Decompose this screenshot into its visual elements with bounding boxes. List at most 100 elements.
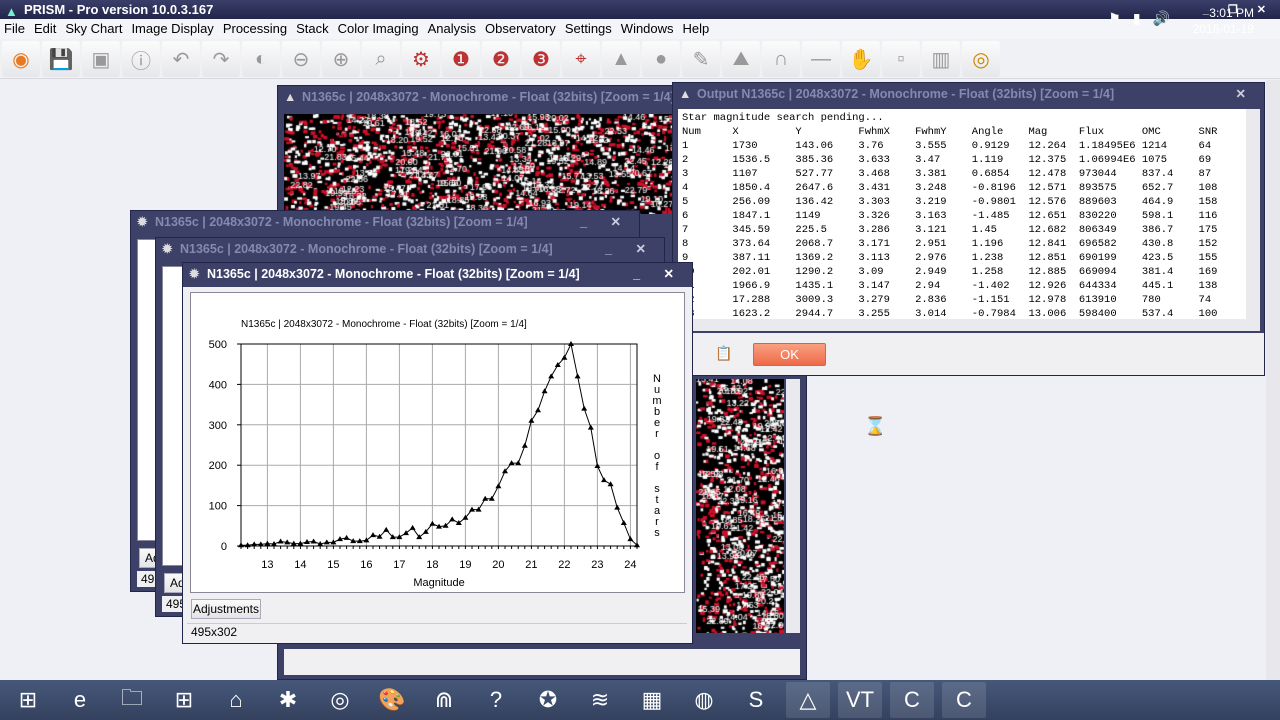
gear-icon: ✹ bbox=[162, 242, 173, 256]
horizontal-scrollbar[interactable] bbox=[678, 319, 1260, 331]
window-title[interactable]: ✹ N1365c | 2048x3072 - Monochrome - Float… bbox=[156, 238, 664, 260]
taskbar-camtasia-icon[interactable]: C bbox=[890, 682, 934, 718]
cell: 2068.7 bbox=[795, 238, 834, 250]
taskbar-chrome-icon[interactable]: ◎ bbox=[318, 682, 362, 718]
menu-stack[interactable]: Stack bbox=[292, 19, 334, 39]
adjustments-button[interactable]: Adjustments bbox=[191, 599, 261, 619]
cell: 1149 bbox=[795, 210, 821, 222]
taskbar-palette-icon[interactable]: 🎨 bbox=[370, 682, 414, 718]
taskbar-store-icon[interactable]: ⊞ bbox=[162, 682, 206, 718]
crop-icon[interactable]: ▣ bbox=[82, 41, 120, 77]
menu-settings[interactable]: Settings bbox=[561, 19, 617, 39]
system-tray[interactable]: ⚑ ▮ 🔊 bbox=[1108, 10, 1170, 27]
taskbar-paint-icon[interactable]: ✱ bbox=[266, 682, 310, 718]
menu-windows[interactable]: Windows bbox=[617, 19, 679, 39]
line-icon[interactable]: ― bbox=[802, 41, 840, 77]
tool-icon[interactable]: ✎ bbox=[682, 41, 720, 77]
telescope-icon[interactable]: ⌖ bbox=[562, 41, 600, 77]
mountain-icon[interactable]: ⛰ bbox=[722, 41, 760, 77]
x-tick-label: 20 bbox=[492, 559, 504, 571]
cell: 12.478 bbox=[1028, 168, 1067, 180]
taskbar-explorer-icon[interactable]: 🗀 bbox=[110, 682, 154, 718]
focuser-icon[interactable]: ⚙ bbox=[402, 41, 440, 77]
rotate-left-icon[interactable]: ↶ bbox=[162, 41, 200, 77]
taskbar-firefox-icon[interactable]: ◍ bbox=[682, 682, 726, 718]
zoom-in-icon[interactable]: ⊕ bbox=[322, 41, 360, 77]
data-point-marker bbox=[607, 481, 614, 487]
menu-sky-chart[interactable]: Sky Chart bbox=[61, 19, 127, 39]
desktop-scrollbar[interactable] bbox=[1266, 80, 1280, 680]
cell: 613910 bbox=[1078, 294, 1117, 306]
cell: 155 bbox=[1198, 252, 1218, 264]
blank-icon[interactable]: ▫ bbox=[882, 41, 920, 77]
taskbar-start-icon[interactable]: ⊞ bbox=[6, 682, 50, 718]
taskbar-app2-icon[interactable]: ✪ bbox=[526, 682, 570, 718]
window-controls[interactable]: _ ✕ bbox=[580, 211, 631, 233]
menu-file[interactable]: File bbox=[0, 19, 30, 39]
taskbar-vt-icon[interactable]: VT bbox=[838, 682, 882, 718]
magnifier-icon[interactable]: ⌕ bbox=[362, 41, 400, 77]
output-window-title[interactable]: ▲ Output N1365c | 2048x3072 - Monochrome … bbox=[673, 83, 1264, 105]
taskbar-help-icon[interactable]: ? bbox=[474, 682, 518, 718]
magnet-icon[interactable]: ∩ bbox=[762, 41, 800, 77]
cell: 1290.2 bbox=[795, 266, 834, 278]
sphere-icon[interactable]: ● bbox=[642, 41, 680, 77]
menu-observatory[interactable]: Observatory bbox=[481, 19, 561, 39]
menu-edit[interactable]: Edit bbox=[30, 19, 61, 39]
menu-color-imaging[interactable]: Color Imaging bbox=[334, 19, 424, 39]
taskbar-app-icon[interactable]: ⋒ bbox=[422, 682, 466, 718]
window-controls[interactable]: _ ✕ bbox=[605, 238, 656, 260]
data-point-marker bbox=[535, 407, 541, 413]
taskbar-skype-icon[interactable]: S bbox=[734, 682, 778, 718]
cell: 430.8 bbox=[1141, 238, 1174, 250]
cell: 3.555 bbox=[915, 140, 947, 152]
taskbar-sketch-icon[interactable]: ≋ bbox=[578, 682, 622, 718]
star-field-image[interactable] bbox=[696, 379, 784, 633]
cell: 3.255 bbox=[858, 308, 890, 319]
menu-image-display[interactable]: Image Display bbox=[127, 19, 218, 39]
window-controls[interactable]: _ ✕ bbox=[633, 263, 684, 285]
menu-analysis[interactable]: Analysis bbox=[424, 19, 481, 39]
contrast-icon[interactable]: ◐ bbox=[242, 41, 280, 77]
clipboard-icon[interactable]: 📋 bbox=[715, 345, 732, 362]
table-row: 6 1847.1 1149 3.326 3.163 -1.485 12.651 830220 5… bbox=[682, 209, 1242, 223]
cell: 1107 bbox=[732, 168, 758, 180]
taskbar-home-icon[interactable]: ⌂ bbox=[214, 682, 258, 718]
drop-icon[interactable]: ▲ bbox=[602, 41, 640, 77]
save-icon[interactable]: 💾 bbox=[42, 41, 80, 77]
star-field-image[interactable] bbox=[284, 114, 674, 214]
camera-3-icon[interactable]: ❸ bbox=[522, 41, 560, 77]
close-icon[interactable]: ✕ bbox=[1236, 83, 1256, 105]
histogram-icon[interactable]: ▥ bbox=[922, 41, 960, 77]
hand-icon[interactable]: ✋ bbox=[842, 41, 880, 77]
cell: 3.163 bbox=[915, 210, 947, 222]
taskbar-ie-icon[interactable]: e bbox=[58, 682, 102, 718]
menu-processing[interactable]: Processing bbox=[219, 19, 292, 39]
cell: 202.01 bbox=[732, 266, 771, 278]
window-title[interactable]: ✹ N1365c | 2048x3072 - Monochrome - Float… bbox=[183, 263, 692, 285]
open-icon[interactable]: ◉ bbox=[2, 41, 40, 77]
x-axis-label: Magnitude bbox=[413, 577, 464, 589]
filter-wheel-icon[interactable]: ◎ bbox=[962, 41, 1000, 77]
cell: X bbox=[732, 126, 739, 138]
camera-2-icon[interactable]: ❷ bbox=[482, 41, 520, 77]
taskbar-prism-icon[interactable]: △ bbox=[786, 682, 830, 718]
zoom-out-icon[interactable]: ⊖ bbox=[282, 41, 320, 77]
vertical-scrollbar[interactable] bbox=[1246, 109, 1260, 319]
ok-button[interactable]: OK bbox=[753, 343, 826, 366]
clock[interactable]: 3:01 PM 2016-01-19 bbox=[1193, 5, 1254, 37]
cell: 0.9129 bbox=[971, 140, 1010, 152]
info-icon[interactable]: ⓘ bbox=[122, 41, 160, 77]
output-text-area[interactable]: Star magnitude search pending... Num X Y Fwh… bbox=[678, 109, 1246, 319]
x-tick-label: 14 bbox=[294, 559, 306, 571]
rotate-right-icon[interactable]: ↷ bbox=[202, 41, 240, 77]
x-tick-label: 18 bbox=[426, 559, 438, 571]
window-title[interactable]: ✹ N1365c | 2048x3072 - Monochrome - Float… bbox=[131, 211, 639, 233]
cell: 1.18495E6 bbox=[1078, 140, 1136, 152]
cell: 8 bbox=[682, 238, 689, 250]
vertical-scrollbar[interactable] bbox=[786, 379, 800, 633]
menu-help[interactable]: Help bbox=[679, 19, 715, 39]
camera-1-icon[interactable]: ❶ bbox=[442, 41, 480, 77]
taskbar-grid-icon[interactable]: ▦ bbox=[630, 682, 674, 718]
taskbar-camtasia2-icon[interactable]: C bbox=[942, 682, 986, 718]
